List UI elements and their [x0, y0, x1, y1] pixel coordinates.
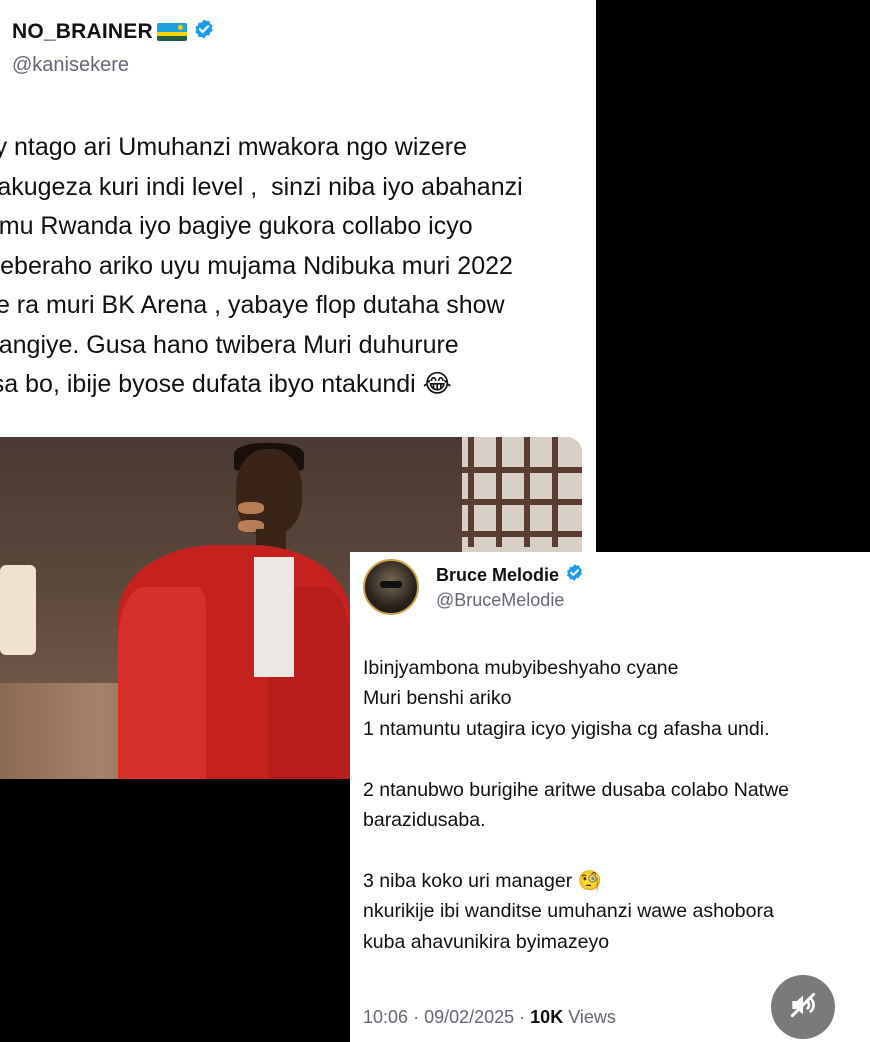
avatar[interactable]: [363, 559, 419, 615]
tweet1-display-name[interactable]: NO_BRAINER: [12, 20, 153, 44]
tweet1-line: ko akugeza kuri indi level , sinzi niba …: [0, 172, 523, 201]
tweet2-line: [363, 835, 870, 865]
tweet2-line: Ibinjyambona mubyibeshyaho cyane: [363, 657, 679, 679]
tweet2-line: kuba ahavunikira byimazeyo: [363, 930, 610, 953]
tweet2-date[interactable]: 09/02/2025: [424, 1007, 514, 1027]
mute-button[interactable]: [771, 975, 835, 1039]
tweet2-views-count: 10K: [530, 1007, 564, 1027]
tweet2-meta: 10:06 · 09/02/2025 · 10K Views: [363, 1007, 616, 1028]
tweet2-display-name[interactable]: Bruce Melodie: [436, 565, 559, 586]
tweet1-line: gusa bo, ibije byose dufata ibyo ntakund…: [0, 370, 452, 398]
tweet2-line: 1 ntamuntu utagira icyo yigisha cg afash…: [363, 717, 770, 740]
tweet2-text: Ibinjyambona mubyibeshyaho cyane Muri ben…: [363, 653, 870, 957]
tweet2-handle[interactable]: @BruceMelodie: [436, 590, 564, 611]
tweet1-line: itarangiye. Gusa hano twibera Muri duhur…: [0, 330, 459, 359]
meta-separator: ·: [519, 1007, 531, 1027]
tweet2-line: 3 niba koko uri manager 🧐: [363, 869, 602, 892]
tweet2-line: Muri benshi ariko: [363, 687, 512, 710]
tweet2-line: nkurikije ibi wanditse umuhanzi wawe ash…: [363, 900, 774, 923]
tweet2-line: barazidusaba.: [363, 809, 486, 832]
tweet2-time[interactable]: 10:06: [363, 1007, 408, 1027]
tweet-card-bruce-melodie: Bruce Melodie @BruceMelodie Ibinjyambona…: [350, 552, 870, 1042]
tweet2-line: 2 ntanubwo burigihe aritwe dusaba colabo…: [363, 778, 790, 801]
tweet1-line: bo mu Rwanda iyo bagiye gukora collabo i…: [0, 212, 473, 240]
verified-badge-icon: [193, 18, 215, 45]
tweet1-handle[interactable]: @kanisekere: [12, 54, 129, 77]
verified-badge-icon: [565, 563, 584, 587]
rwanda-flag-icon: [156, 22, 187, 41]
meta-separator: ·: [413, 1007, 425, 1027]
tweet1-line: yaje ra muri BK Arena , yabaye flop duta…: [0, 291, 505, 319]
tweet1-author-row[interactable]: NO_BRAINER: [12, 18, 215, 45]
tweet1-line: Boy ntago ari Umuhanzi mwakora ngo wizer…: [0, 133, 468, 161]
tweet2-views-label: Views: [568, 1007, 616, 1027]
tweet2-author-row[interactable]: Bruce Melodie: [436, 563, 584, 587]
tweet2-line: [363, 744, 870, 774]
tweet1-line: bareberaho ariko uyu mujama Ndibuka muri…: [0, 251, 513, 280]
mute-icon: [787, 989, 819, 1026]
tweet1-text: Boy ntago ari Umuhanzi mwakora ngo wizer…: [0, 128, 564, 405]
